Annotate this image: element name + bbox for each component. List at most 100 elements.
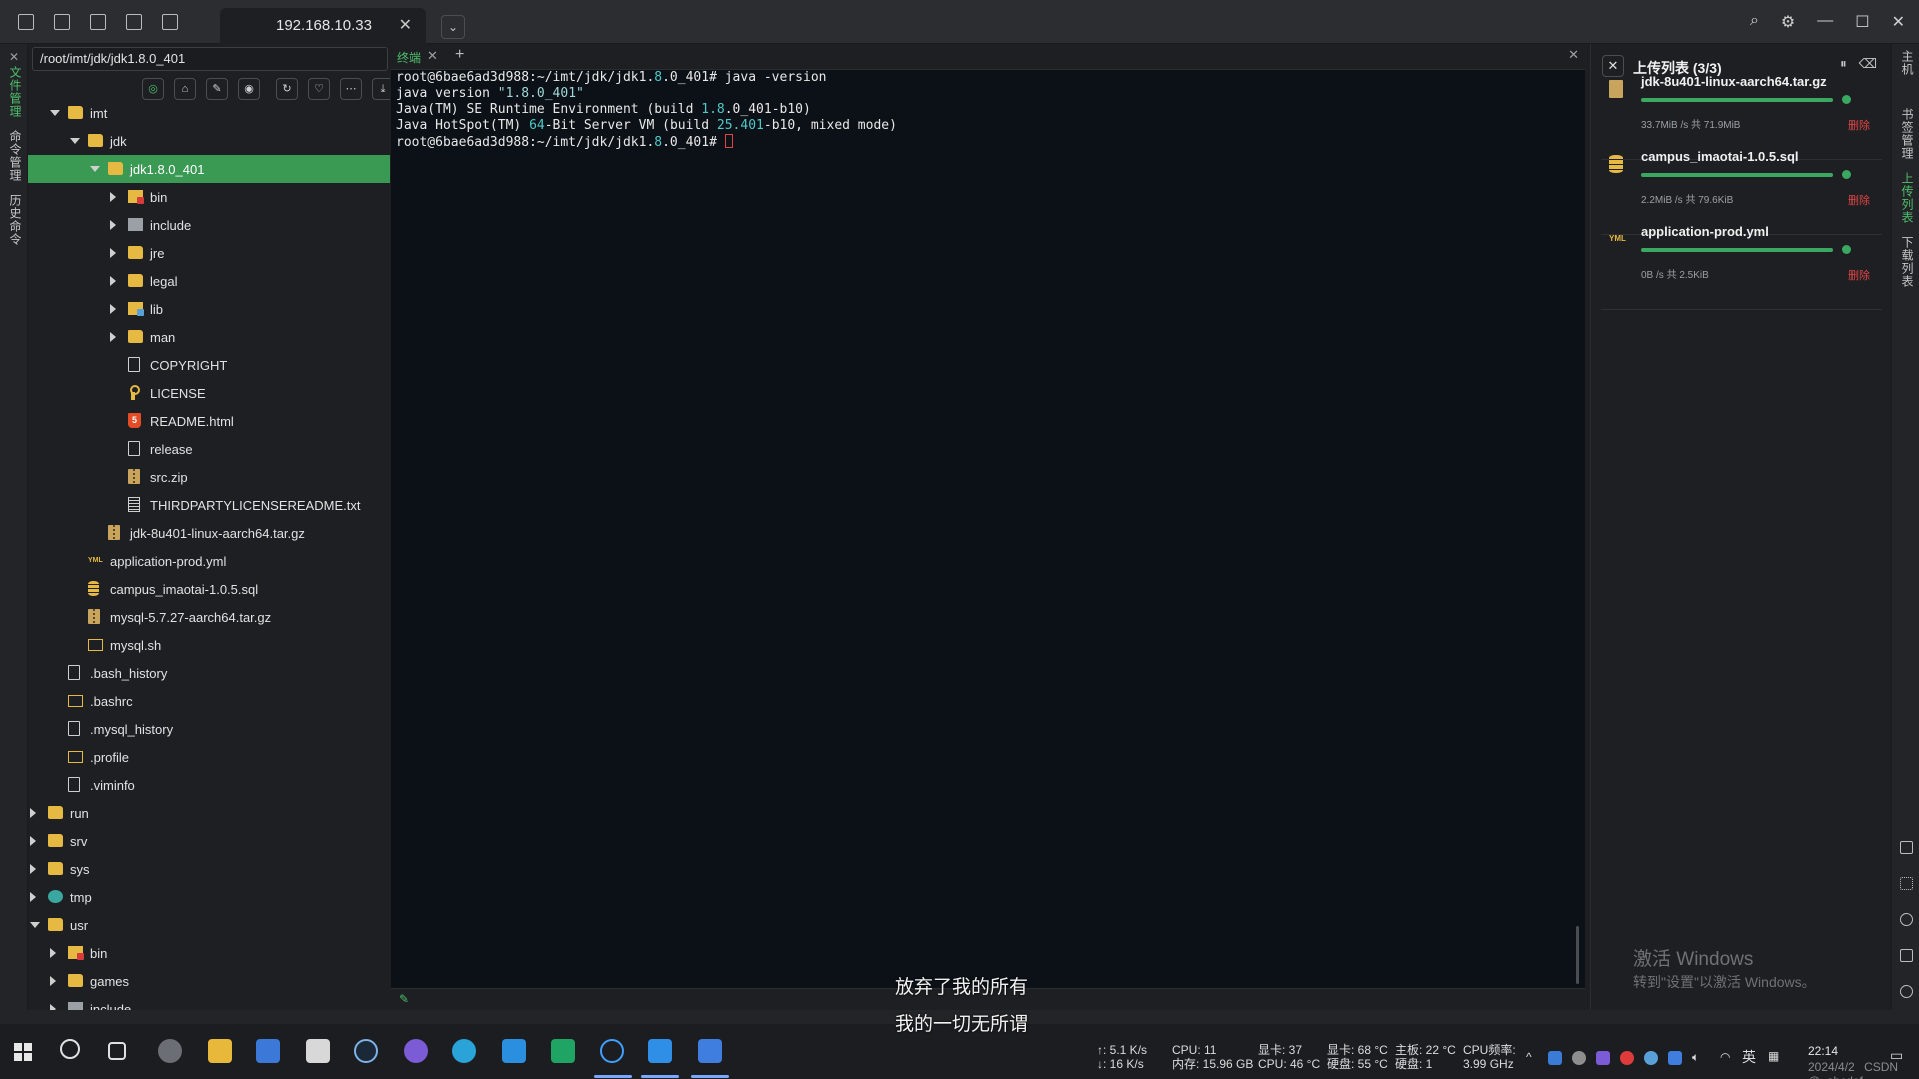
close-terminal-tab-icon[interactable]: ✕ [427, 48, 438, 64]
ime-indicator[interactable]: 英 [1742, 1050, 1756, 1064]
rail-tab-downloads[interactable]: 下载列表 [1899, 236, 1916, 288]
app-icon-2[interactable] [404, 1039, 428, 1063]
tray-icon-3[interactable] [1596, 1051, 1610, 1065]
tree-row[interactable]: usr [28, 911, 390, 939]
app-icon-1[interactable] [158, 1039, 182, 1063]
volume-icon[interactable]: 🔈︎ [1692, 1050, 1699, 1064]
locate-icon[interactable]: ◎ [142, 78, 164, 100]
tree-row[interactable]: .bashrc [28, 687, 390, 715]
expand-arrow-icon[interactable] [110, 220, 116, 230]
rail-tab-commands[interactable]: 命令管理 [7, 130, 24, 182]
expand-arrow-icon[interactable] [30, 808, 36, 818]
tree-row[interactable]: jre [28, 239, 390, 267]
tree-row[interactable]: include [28, 211, 390, 239]
rail-tab-history[interactable]: 历史命令 [7, 194, 24, 246]
tray-icon-4[interactable] [1620, 1051, 1634, 1065]
search-taskbar-icon[interactable] [60, 1039, 80, 1059]
tree-row[interactable]: imt [28, 99, 390, 127]
collapse-arrow-icon[interactable] [30, 922, 40, 928]
refresh-small-icon[interactable] [1900, 913, 1913, 926]
vscode-icon[interactable] [502, 1039, 526, 1063]
notification-icon[interactable]: ▭ [1890, 1048, 1903, 1062]
tree-row[interactable]: srv [28, 827, 390, 855]
edit-icon[interactable]: ✎ [206, 78, 228, 100]
tree-row[interactable]: campus_imaotai-1.0.5.sql [28, 575, 390, 603]
tree-row[interactable]: release [28, 435, 390, 463]
tray-icon-6[interactable] [1668, 1051, 1682, 1065]
tree-row[interactable]: include [28, 995, 390, 1010]
tab-dropdown-button[interactable]: ⌄ [441, 15, 465, 39]
rail-tab-bookmarks[interactable]: 书签管理 [1899, 108, 1916, 160]
expand-arrow-icon[interactable] [50, 948, 56, 958]
tray-chevron-icon[interactable]: ^ [1526, 1050, 1532, 1064]
tree-row[interactable]: .profile [28, 743, 390, 771]
collapse-arrow-icon[interactable] [70, 138, 80, 144]
steam-icon[interactable] [354, 1039, 378, 1063]
terminal-small-icon[interactable] [1900, 841, 1913, 854]
maximize-icon[interactable]: ☐ [1855, 12, 1869, 32]
terminal-scrollbar[interactable] [1576, 926, 1579, 984]
store-icon[interactable] [256, 1039, 280, 1063]
tree-row[interactable]: LICENSE [28, 379, 390, 407]
expand-arrow-icon[interactable] [30, 892, 36, 902]
expand-arrow-icon[interactable] [110, 304, 116, 314]
pen-icon[interactable]: ✎ [399, 992, 409, 1006]
path-input[interactable]: /root/imt/jdk/jdk1.8.0_401 [32, 47, 388, 71]
tree-row[interactable]: jdk1.8.0_401 [28, 155, 390, 183]
collapse-arrow-icon[interactable] [50, 110, 60, 116]
gear-icon[interactable]: ⚙ [1781, 12, 1795, 32]
tree-row[interactable]: man [28, 323, 390, 351]
delete-upload-link[interactable]: 删除 [1848, 192, 1870, 208]
close-window-icon[interactable]: ✕ [1892, 12, 1905, 32]
edge-icon[interactable] [452, 1039, 476, 1063]
tree-row[interactable]: tmp [28, 883, 390, 911]
tray-icon-1[interactable] [1548, 1051, 1562, 1065]
add-tab-button[interactable]: + [455, 46, 464, 64]
app-icon-6[interactable] [698, 1039, 722, 1063]
tree-row[interactable]: jdk [28, 127, 390, 155]
tray-icon-2[interactable] [1572, 1051, 1586, 1065]
tab-terminal[interactable]: 终端 [397, 49, 421, 66]
mail-icon[interactable] [306, 1039, 330, 1063]
save-small-icon[interactable] [1900, 949, 1913, 962]
download-icon[interactable]: ⤓ [372, 78, 390, 100]
home-icon[interactable]: ⌂ [174, 78, 196, 100]
tree-row[interactable]: bin [28, 939, 390, 967]
delete-upload-link[interactable]: 删除 [1848, 117, 1870, 133]
clock[interactable]: 22:14 [1808, 1044, 1838, 1059]
search-icon[interactable]: ⌕ [1750, 12, 1759, 32]
session-tab[interactable]: 192.168.10.33 ✕ [220, 8, 426, 44]
split-icon[interactable] [126, 14, 142, 30]
tree-row[interactable]: sys [28, 855, 390, 883]
pause-icon[interactable]: ⏸ [1840, 56, 1847, 72]
expand-arrow-icon[interactable] [110, 248, 116, 258]
tree-row[interactable]: 5 README.html [28, 407, 390, 435]
tree-row[interactable]: src.zip [28, 463, 390, 491]
task-view-icon[interactable] [108, 1042, 126, 1060]
tree-row[interactable]: YML application-prod.yml [28, 547, 390, 575]
terminal-icon[interactable] [18, 14, 34, 30]
rail-tab-uploads[interactable]: 上传列表 [1899, 172, 1916, 224]
tree-row[interactable]: mysql.sh [28, 631, 390, 659]
expand-arrow-icon[interactable] [110, 192, 116, 202]
tree-row[interactable]: run [28, 799, 390, 827]
expand-arrow-icon[interactable] [110, 276, 116, 286]
eye-icon[interactable]: ◉ [238, 78, 260, 100]
tree-row[interactable]: games [28, 967, 390, 995]
tree-row[interactable]: bin [28, 183, 390, 211]
file-explorer-icon[interactable] [208, 1039, 232, 1063]
terminal-output[interactable]: root@6bae6ad3d988:~/imt/jdk/jdk1.8.0_401… [391, 70, 1585, 988]
clear-icon[interactable]: ⌫ [1859, 56, 1877, 72]
document-icon[interactable] [54, 14, 70, 30]
rail-tab-files[interactable]: 文件管理 [7, 66, 24, 118]
windows-start-icon[interactable] [14, 1043, 32, 1061]
tray-icon-5[interactable] [1644, 1051, 1658, 1065]
refresh-icon[interactable]: ↻ [276, 78, 298, 100]
list-icon[interactable] [162, 14, 178, 30]
tree-row[interactable]: lib [28, 295, 390, 323]
expand-arrow-icon[interactable] [50, 976, 56, 986]
tree-row[interactable]: legal [28, 267, 390, 295]
expand-arrow-icon[interactable] [30, 864, 36, 874]
tree-row[interactable]: COPYRIGHT [28, 351, 390, 379]
close-tab-icon[interactable]: ✕ [399, 15, 412, 35]
